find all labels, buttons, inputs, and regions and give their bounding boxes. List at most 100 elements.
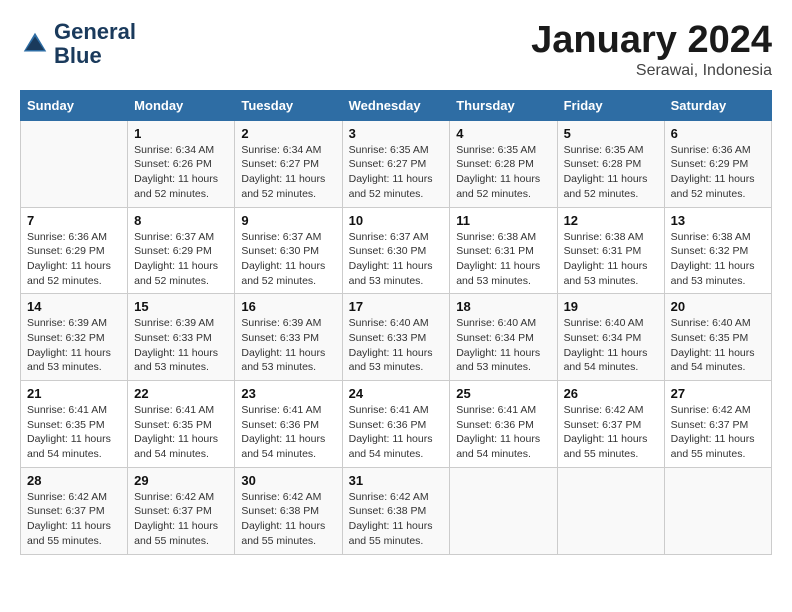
calendar-cell: 10 Sunrise: 6:37 AMSunset: 6:30 PMDayligh…: [342, 207, 450, 294]
day-info: Sunrise: 6:41 AMSunset: 6:36 PMDaylight:…: [456, 403, 550, 462]
day-number: 14: [27, 299, 121, 314]
day-info: Sunrise: 6:35 AMSunset: 6:27 PMDaylight:…: [349, 143, 444, 202]
day-info: Sunrise: 6:41 AMSunset: 6:36 PMDaylight:…: [349, 403, 444, 462]
day-info: Sunrise: 6:36 AMSunset: 6:29 PMDaylight:…: [671, 143, 765, 202]
calendar-cell: 18Sunrise: 6:40 AMSunset: 6:34 PMDayligh…: [450, 294, 557, 381]
day-info: Sunrise: 6:41 AMSunset: 6:35 PMDaylight:…: [27, 403, 121, 462]
day-info: Sunrise: 6:38 AMSunset: 6:31 PMDaylight:…: [456, 230, 550, 289]
location-subtitle: Serawai, Indonesia: [531, 62, 772, 80]
day-info: Sunrise: 6:40 AMSunset: 6:34 PMDaylight:…: [564, 316, 658, 375]
day-info: Sunrise: 6:37 AMSunset: 6:29 PMDaylight:…: [134, 230, 228, 289]
day-number: 11: [456, 213, 550, 228]
day-info: Sunrise: 6:39 AMSunset: 6:33 PMDaylight:…: [241, 316, 335, 375]
day-number: 29: [134, 473, 228, 488]
day-number: 22: [134, 386, 228, 401]
calendar-cell: 15Sunrise: 6:39 AMSunset: 6:33 PMDayligh…: [128, 294, 235, 381]
week-row-0: 1 Sunrise: 6:34 AMSunset: 6:26 PMDaylight…: [21, 120, 772, 207]
day-number: 28: [27, 473, 121, 488]
calendar-cell: 17Sunrise: 6:40 AMSunset: 6:33 PMDayligh…: [342, 294, 450, 381]
logo: General Blue: [20, 20, 136, 68]
day-info: Sunrise: 6:42 AMSunset: 6:37 PMDaylight:…: [27, 490, 121, 549]
calendar-cell: 27 Sunrise: 6:42 AMSunset: 6:37 PMDayligh…: [664, 381, 771, 468]
header-tuesday: Tuesday: [235, 90, 342, 120]
day-info: Sunrise: 6:36 AMSunset: 6:29 PMDaylight:…: [27, 230, 121, 289]
day-info: Sunrise: 6:35 AMSunset: 6:28 PMDaylight:…: [456, 143, 550, 202]
day-number: 24: [349, 386, 444, 401]
day-info: Sunrise: 6:40 AMSunset: 6:33 PMDaylight:…: [349, 316, 444, 375]
week-row-3: 21 Sunrise: 6:41 AMSunset: 6:35 PMDayligh…: [21, 381, 772, 468]
day-info: Sunrise: 6:40 AMSunset: 6:35 PMDaylight:…: [671, 316, 765, 375]
day-info: Sunrise: 6:37 AMSunset: 6:30 PMDaylight:…: [349, 230, 444, 289]
month-title: January 2024: [531, 20, 772, 62]
header-saturday: Saturday: [664, 90, 771, 120]
calendar-cell: 4 Sunrise: 6:35 AMSunset: 6:28 PMDaylight…: [450, 120, 557, 207]
calendar-header-row: SundayMondayTuesdayWednesdayThursdayFrid…: [21, 90, 772, 120]
day-info: Sunrise: 6:38 AMSunset: 6:31 PMDaylight:…: [564, 230, 658, 289]
week-row-1: 7Sunrise: 6:36 AMSunset: 6:29 PMDaylight…: [21, 207, 772, 294]
day-number: 6: [671, 126, 765, 141]
calendar-table: SundayMondayTuesdayWednesdayThursdayFrid…: [20, 90, 772, 555]
day-number: 13: [671, 213, 765, 228]
week-row-4: 28 Sunrise: 6:42 AMSunset: 6:37 PMDayligh…: [21, 467, 772, 554]
day-number: 16: [241, 299, 335, 314]
day-info: Sunrise: 6:42 AMSunset: 6:37 PMDaylight:…: [671, 403, 765, 462]
logo-text: General Blue: [54, 20, 136, 68]
calendar-cell: 24 Sunrise: 6:41 AMSunset: 6:36 PMDayligh…: [342, 381, 450, 468]
day-info: Sunrise: 6:42 AMSunset: 6:38 PMDaylight:…: [241, 490, 335, 549]
day-info: Sunrise: 6:35 AMSunset: 6:28 PMDaylight:…: [564, 143, 658, 202]
day-info: Sunrise: 6:38 AMSunset: 6:32 PMDaylight:…: [671, 230, 765, 289]
calendar-cell: 29Sunrise: 6:42 AMSunset: 6:37 PMDayligh…: [128, 467, 235, 554]
calendar-cell: 26 Sunrise: 6:42 AMSunset: 6:37 PMDayligh…: [557, 381, 664, 468]
calendar-cell: [664, 467, 771, 554]
calendar-cell: 14 Sunrise: 6:39 AMSunset: 6:32 PMDayligh…: [21, 294, 128, 381]
calendar-cell: 5Sunrise: 6:35 AMSunset: 6:28 PMDaylight…: [557, 120, 664, 207]
day-number: 21: [27, 386, 121, 401]
day-number: 30: [241, 473, 335, 488]
day-info: Sunrise: 6:39 AMSunset: 6:32 PMDaylight:…: [27, 316, 121, 375]
day-number: 27: [671, 386, 765, 401]
calendar-cell: 11 Sunrise: 6:38 AMSunset: 6:31 PMDayligh…: [450, 207, 557, 294]
day-number: 9: [241, 213, 335, 228]
day-number: 15: [134, 299, 228, 314]
calendar-cell: 9Sunrise: 6:37 AMSunset: 6:30 PMDaylight…: [235, 207, 342, 294]
calendar-cell: 12 Sunrise: 6:38 AMSunset: 6:31 PMDayligh…: [557, 207, 664, 294]
day-info: Sunrise: 6:34 AMSunset: 6:27 PMDaylight:…: [241, 143, 335, 202]
day-number: 19: [564, 299, 658, 314]
header-thursday: Thursday: [450, 90, 557, 120]
day-number: 1: [134, 126, 228, 141]
header-sunday: Sunday: [21, 90, 128, 120]
calendar-cell: 20 Sunrise: 6:40 AMSunset: 6:35 PMDayligh…: [664, 294, 771, 381]
day-info: Sunrise: 6:41 AMSunset: 6:35 PMDaylight:…: [134, 403, 228, 462]
calendar-cell: 25Sunrise: 6:41 AMSunset: 6:36 PMDayligh…: [450, 381, 557, 468]
calendar-cell: [450, 467, 557, 554]
day-number: 31: [349, 473, 444, 488]
title-block: January 2024 Serawai, Indonesia: [531, 20, 772, 80]
calendar-cell: 31 Sunrise: 6:42 AMSunset: 6:38 PMDayligh…: [342, 467, 450, 554]
day-number: 8: [134, 213, 228, 228]
day-number: 18: [456, 299, 550, 314]
page-header: General Blue January 2024 Serawai, Indon…: [20, 20, 772, 80]
day-number: 4: [456, 126, 550, 141]
day-info: Sunrise: 6:42 AMSunset: 6:37 PMDaylight:…: [564, 403, 658, 462]
day-number: 12: [564, 213, 658, 228]
day-number: 20: [671, 299, 765, 314]
calendar-cell: 6 Sunrise: 6:36 AMSunset: 6:29 PMDaylight…: [664, 120, 771, 207]
day-number: 2: [241, 126, 335, 141]
day-info: Sunrise: 6:42 AMSunset: 6:38 PMDaylight:…: [349, 490, 444, 549]
calendar-cell: 13 Sunrise: 6:38 AMSunset: 6:32 PMDayligh…: [664, 207, 771, 294]
calendar-cell: 8 Sunrise: 6:37 AMSunset: 6:29 PMDaylight…: [128, 207, 235, 294]
day-info: Sunrise: 6:34 AMSunset: 6:26 PMDaylight:…: [134, 143, 228, 202]
header-wednesday: Wednesday: [342, 90, 450, 120]
calendar-cell: 21 Sunrise: 6:41 AMSunset: 6:35 PMDayligh…: [21, 381, 128, 468]
calendar-cell: [557, 467, 664, 554]
logo-icon: [20, 29, 50, 59]
calendar-cell: 19 Sunrise: 6:40 AMSunset: 6:34 PMDayligh…: [557, 294, 664, 381]
calendar-cell: 28 Sunrise: 6:42 AMSunset: 6:37 PMDayligh…: [21, 467, 128, 554]
calendar-cell: 22 Sunrise: 6:41 AMSunset: 6:35 PMDayligh…: [128, 381, 235, 468]
day-number: 3: [349, 126, 444, 141]
day-info: Sunrise: 6:41 AMSunset: 6:36 PMDaylight:…: [241, 403, 335, 462]
day-number: 26: [564, 386, 658, 401]
day-number: 10: [349, 213, 444, 228]
week-row-2: 14 Sunrise: 6:39 AMSunset: 6:32 PMDayligh…: [21, 294, 772, 381]
calendar-cell: 23Sunrise: 6:41 AMSunset: 6:36 PMDayligh…: [235, 381, 342, 468]
